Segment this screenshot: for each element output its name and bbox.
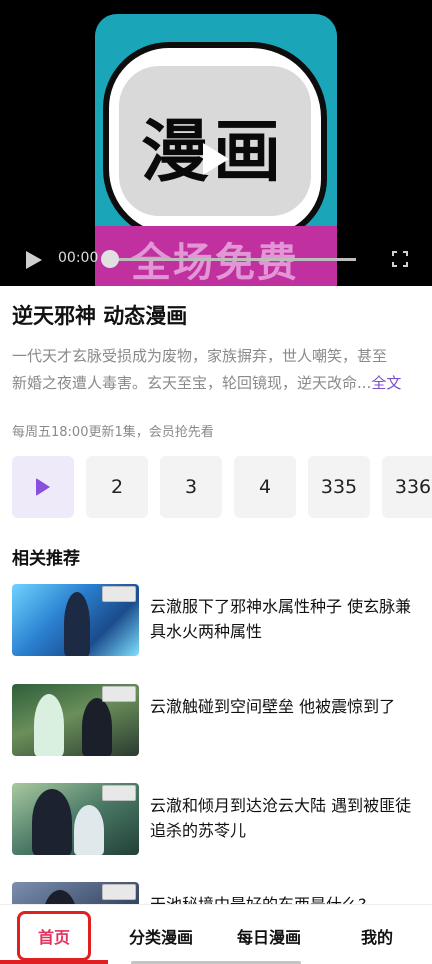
recommendation-title: 云澈服下了邪神水属性种子 使玄脉兼具水火两种属性 <box>150 597 412 641</box>
episode-list: 2 3 4 335 336 <box>12 456 432 520</box>
recommendation-item[interactable]: 云澈和倾月到达沧云大陆 遇到被匪徒追杀的苏苓儿 <box>12 783 422 857</box>
description-line-2: 新婚之夜遭人毒害。玄天至宝，轮回镜现，逆天改命 <box>12 374 358 392</box>
episode-current-button[interactable] <box>12 456 74 518</box>
episode-button[interactable]: 335 <box>308 456 370 518</box>
description-line-1: 一代天才玄脉受损成为废物，家族摒弃，世人嘲笑，甚至 <box>12 347 388 365</box>
video-player[interactable]: 漫画 全场免费 00:00 <box>0 0 432 286</box>
progress-thumb[interactable] <box>101 250 119 268</box>
play-icon[interactable] <box>203 143 229 175</box>
update-schedule: 每周五18:00更新1集，会员抢先看 <box>12 425 214 440</box>
video-controls: 00:00 <box>0 240 432 280</box>
nav-home[interactable]: 首页 <box>38 924 70 948</box>
description-ellipsis: ... <box>357 374 372 392</box>
episode-button[interactable]: 2 <box>86 456 148 518</box>
recommendation-item[interactable]: 云澈触碰到空间壁垒 他被震惊到了 <box>12 684 422 758</box>
progress-track[interactable] <box>110 258 356 261</box>
full-text-link[interactable]: 全文 <box>371 374 401 392</box>
play-icon <box>36 478 50 496</box>
image-badge-icon <box>102 686 136 702</box>
fullscreen-icon[interactable] <box>392 251 408 267</box>
image-badge-icon <box>102 785 136 801</box>
episode-button[interactable]: 336 <box>382 456 432 518</box>
recommendation-title: 云澈和倾月到达沧云大陆 遇到被匪徒追杀的苏苓儿 <box>150 796 412 840</box>
show-title: 逆天邪神 动态漫画 <box>12 304 188 328</box>
section-title-recommendations: 相关推荐 <box>10 544 84 569</box>
show-description: 一代天才玄脉受损成为废物，家族摒弃，世人嘲笑，甚至 新婚之夜遭人毒害。玄天至宝，… <box>12 343 424 397</box>
episode-button[interactable]: 3 <box>160 456 222 518</box>
recommendation-item[interactable]: 云澈服下了邪神水属性种子 使玄脉兼具水火两种属性 <box>12 584 422 658</box>
nav-categories[interactable]: 分类漫画 <box>129 924 193 948</box>
nav-mine[interactable]: 我的 <box>361 924 393 948</box>
recommendation-thumbnail <box>12 684 139 756</box>
recommendation-thumbnail <box>12 783 139 855</box>
image-badge-icon <box>102 884 136 900</box>
image-badge-icon <box>102 586 136 602</box>
recommendation-title: 云澈触碰到空间壁垒 他被震惊到了 <box>150 697 396 716</box>
recommendation-thumbnail <box>12 584 139 656</box>
play-pause-icon[interactable] <box>26 251 42 269</box>
current-time: 00:00 <box>58 250 99 266</box>
nav-daily[interactable]: 每日漫画 <box>237 924 301 948</box>
episode-button[interactable]: 4 <box>234 456 296 518</box>
active-tab-indicator <box>0 960 108 964</box>
bottom-navigation: 首页 分类漫画 每日漫画 我的 <box>0 904 432 964</box>
